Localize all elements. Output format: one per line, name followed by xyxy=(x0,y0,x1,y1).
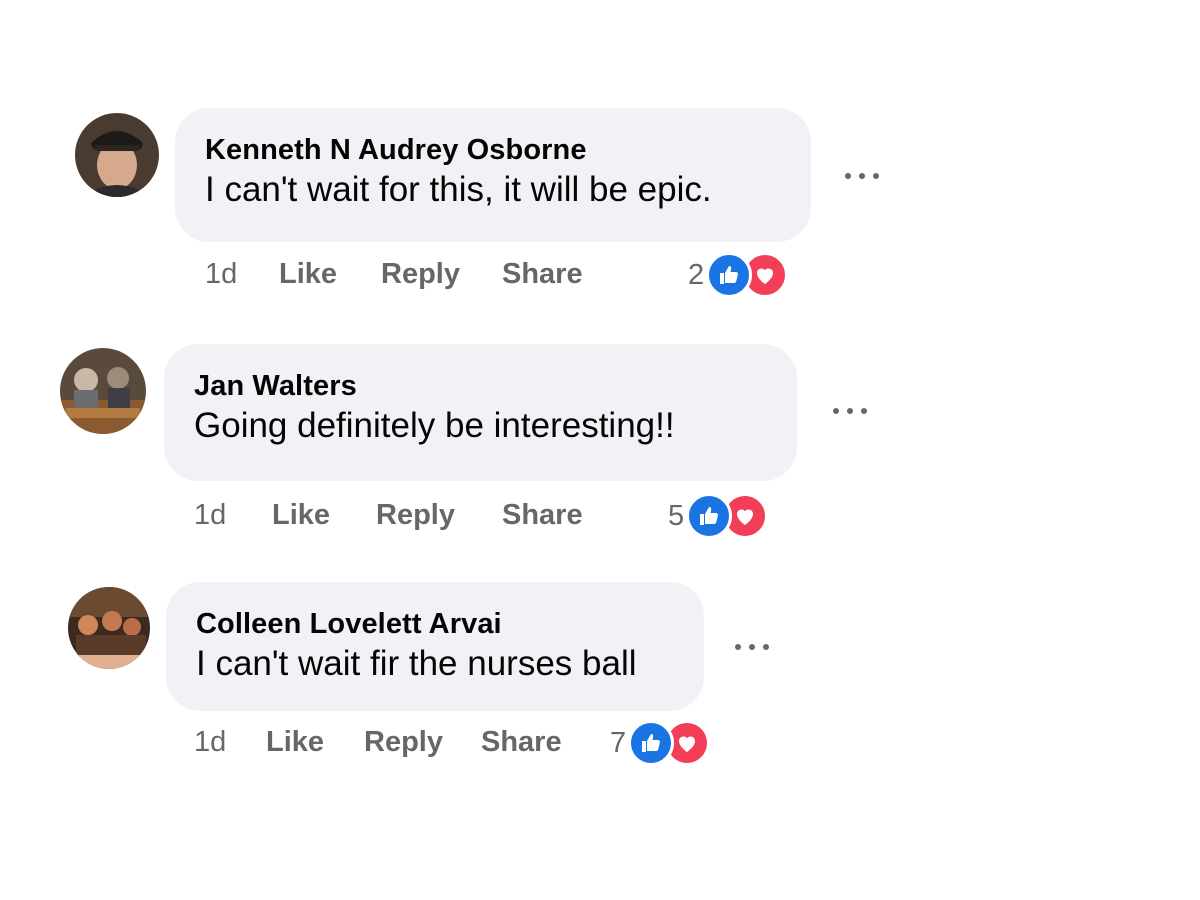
like-icon xyxy=(706,252,753,298)
avatar-photo xyxy=(75,113,159,197)
reaction-count: 7 xyxy=(610,726,627,759)
dot-icon xyxy=(763,644,769,650)
dot-icon xyxy=(845,173,851,179)
reaction-summary[interactable]: 7 xyxy=(610,720,711,766)
share-button[interactable]: Share xyxy=(502,499,583,532)
comment-timestamp[interactable]: 1d xyxy=(194,499,226,532)
more-options-button[interactable] xyxy=(735,637,769,657)
avatar[interactable] xyxy=(68,587,150,669)
like-button[interactable]: Like xyxy=(266,726,324,759)
comment-bubble: Kenneth N Audrey Osborne I can't wait fo… xyxy=(175,108,811,242)
comment-text: I can't wait for this, it will be epic. xyxy=(205,170,712,209)
like-icon xyxy=(628,720,675,766)
reply-button[interactable]: Reply xyxy=(364,726,443,759)
comment-bubble: Colleen Lovelett Arvai I can't wait fir … xyxy=(166,582,704,711)
reaction-summary[interactable]: 2 xyxy=(688,252,789,298)
dot-icon xyxy=(735,644,741,650)
dot-icon xyxy=(833,408,839,414)
comment-author[interactable]: Kenneth N Audrey Osborne xyxy=(205,132,781,168)
reaction-count: 2 xyxy=(688,258,705,291)
dot-icon xyxy=(749,644,755,650)
dot-icon xyxy=(847,408,853,414)
like-button[interactable]: Like xyxy=(272,499,330,532)
reaction-count: 5 xyxy=(668,499,685,532)
reply-button[interactable]: Reply xyxy=(381,258,460,291)
share-button[interactable]: Share xyxy=(502,258,583,291)
like-button[interactable]: Like xyxy=(279,258,337,291)
reply-button[interactable]: Reply xyxy=(376,499,455,532)
reaction-summary[interactable]: 5 xyxy=(668,493,769,539)
more-options-button[interactable] xyxy=(845,166,879,186)
avatar-photo xyxy=(60,348,146,434)
comment-timestamp[interactable]: 1d xyxy=(194,726,226,759)
comment-text: Going definitely be interesting!! xyxy=(194,406,675,445)
dot-icon xyxy=(861,408,867,414)
comment-author[interactable]: Colleen Lovelett Arvai xyxy=(196,606,674,642)
comment-timestamp[interactable]: 1d xyxy=(205,258,237,291)
more-options-button[interactable] xyxy=(833,401,867,421)
avatar[interactable] xyxy=(75,113,159,197)
dot-icon xyxy=(859,173,865,179)
comment-text: I can't wait fir the nurses ball xyxy=(196,644,637,683)
comment-author[interactable]: Jan Walters xyxy=(194,368,767,404)
like-icon xyxy=(686,493,733,539)
avatar[interactable] xyxy=(60,348,146,434)
dot-icon xyxy=(873,173,879,179)
share-button[interactable]: Share xyxy=(481,726,562,759)
comment-bubble: Jan Walters Going definitely be interest… xyxy=(164,344,797,481)
avatar-photo xyxy=(68,587,150,669)
